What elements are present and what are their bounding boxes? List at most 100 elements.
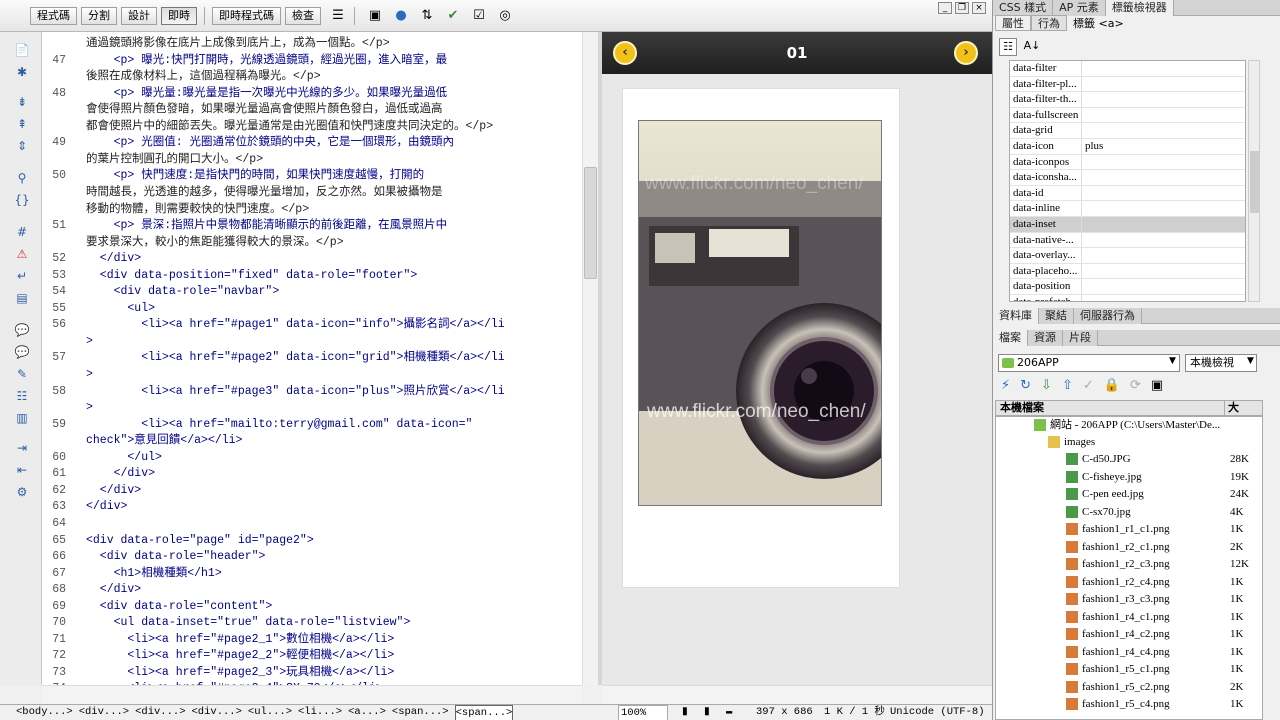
code-horizontal-scrollbar[interactable] xyxy=(42,685,582,704)
tag-selector-item[interactable]: <span...> xyxy=(454,705,514,720)
tab-snippets[interactable]: 片段 xyxy=(1063,330,1098,346)
code-line[interactable]: 47 <p> 曝光:快門打開時，光線透過鏡頭，經過光圈，進入暗室，最 xyxy=(42,53,582,69)
code-view-button[interactable]: 程式碼 xyxy=(30,6,77,25)
file-row[interactable]: fashion1_r2_c1.png 2K xyxy=(996,539,1262,556)
refresh-icon[interactable]: ↻ xyxy=(1020,378,1031,393)
live-horizontal-scrollbar[interactable] xyxy=(602,685,992,704)
code-line[interactable]: 移動的物體，則需要較快的快門速度。</p> xyxy=(42,202,582,218)
file-row[interactable]: fashion1_r5_c2.png 2K xyxy=(996,679,1262,696)
wrap-tag-icon[interactable]: ✎ xyxy=(14,366,30,382)
code-line[interactable]: 通過鏡頭將影像在底片上成像到底片上，成為一個點。</p> xyxy=(42,36,582,52)
attribute-row[interactable]: data-filter-pl... xyxy=(1010,76,1245,93)
code-scrollbar[interactable] xyxy=(582,32,598,685)
open-documents-icon[interactable]: 📄 xyxy=(14,42,30,58)
collapse-full-tag-icon[interactable]: ⇟ xyxy=(14,94,30,110)
tab-databases[interactable]: 資料庫 xyxy=(993,308,1039,324)
live-view-button[interactable]: 即時 xyxy=(161,6,197,25)
attribute-value[interactable] xyxy=(1082,155,1085,170)
code-line[interactable]: 53 <div data-position="fixed" data-role=… xyxy=(42,268,582,284)
tab-files[interactable]: 檔案 xyxy=(993,330,1028,346)
code-line[interactable]: 70 <ul data-inset="true" data-role="list… xyxy=(42,615,582,631)
attribute-row[interactable]: data-icon plus xyxy=(1010,138,1245,155)
hand-tool-icon[interactable]: ▮ xyxy=(704,705,710,720)
list-options-icon[interactable]: ☰ xyxy=(329,7,347,25)
tag-selector-item[interactable]: <body...> xyxy=(16,705,73,720)
line-numbers-icon[interactable]: # xyxy=(14,224,30,240)
recent-snippets-icon[interactable]: ☷ xyxy=(14,388,30,404)
code-line[interactable]: 會使得照片顏色發暗，如果曝光量過高會使照片顏色發白，過低或過高 xyxy=(42,102,582,118)
attribute-row[interactable]: data-iconpos xyxy=(1010,154,1245,171)
zoom-select[interactable]: 100% xyxy=(618,705,668,720)
code-line[interactable]: 54 <div data-role="navbar"> xyxy=(42,284,582,300)
inspect-button[interactable]: 檢查 xyxy=(285,6,321,25)
live-code-button[interactable]: 即時程式碼 xyxy=(212,6,281,25)
code-line[interactable]: 73 <li><a href="#page2_3">玩具相機</a></li> xyxy=(42,665,582,681)
close-icon[interactable]: × xyxy=(972,2,986,14)
restore-icon[interactable]: ❐ xyxy=(955,2,969,14)
chevron-down-icon[interactable]: ▼ xyxy=(1247,356,1254,366)
expand-panel-icon[interactable]: ▣ xyxy=(1151,378,1163,393)
file-row[interactable]: fashion1_r3_c3.png 1K xyxy=(996,591,1262,608)
tag-selector-item[interactable]: <ul...> xyxy=(248,705,292,720)
file-tree[interactable]: 網站 - 206APP (C:\Users\Master\De... images… xyxy=(995,416,1263,720)
attribute-row[interactable]: data-inline xyxy=(1010,201,1245,217)
attribute-value[interactable] xyxy=(1082,248,1085,263)
minimize-icon[interactable]: _ xyxy=(938,2,952,14)
code-scrollbar-thumb[interactable] xyxy=(584,167,597,279)
attribute-value[interactable] xyxy=(1082,295,1085,301)
attribute-value[interactable] xyxy=(1082,92,1085,107)
tag-selector-item[interactable]: <li...> xyxy=(298,705,342,720)
attribute-row[interactable]: data-position xyxy=(1010,279,1245,295)
attribute-row[interactable]: data-grid xyxy=(1010,123,1245,139)
attribute-row[interactable]: data-filter xyxy=(1010,61,1245,77)
tag-selector-item[interactable]: <a...> xyxy=(348,705,386,720)
move-css-icon[interactable]: ▥ xyxy=(14,410,30,426)
select-parent-tag-icon[interactable]: ⚲ xyxy=(14,170,30,186)
file-row[interactable]: fashion1_r5_c1.png 1K xyxy=(996,661,1262,678)
attribute-row[interactable]: data-fullscreen xyxy=(1010,107,1245,124)
tag-selector-item[interactable]: <span...> xyxy=(392,705,449,720)
attributes-scrollbar[interactable] xyxy=(1248,60,1260,302)
code-line[interactable]: 65 <div data-role="page" id="page2"> xyxy=(42,533,582,549)
code-line[interactable]: 57 <li><a href="#page2" data-icon="grid"… xyxy=(42,350,582,366)
local-files-header[interactable]: 本機檔案 xyxy=(1000,402,1044,414)
check-out-icon[interactable]: ✓ xyxy=(1083,378,1094,393)
tag-selector-item[interactable]: <div...> xyxy=(135,705,185,720)
code-line[interactable]: 61 </div> xyxy=(42,466,582,482)
code-line[interactable]: 71 <li><a href="#page2_1">數位相機</a></li> xyxy=(42,632,582,648)
attributes-scrollbar-thumb[interactable] xyxy=(1250,151,1259,213)
apply-comment-icon[interactable]: 💬 xyxy=(14,322,30,338)
code-line[interactable]: 66 <div data-role="header"> xyxy=(42,549,582,565)
expand-all-icon[interactable]: ⇕ xyxy=(14,138,30,154)
file-row[interactable]: fashion1_r4_c1.png 1K xyxy=(996,609,1262,626)
attribute-row[interactable]: data-placeho... xyxy=(1010,263,1245,280)
code-line[interactable]: 60 </ul> xyxy=(42,450,582,466)
file-row[interactable]: fashion1_r4_c4.png 1K xyxy=(996,644,1262,661)
file-row[interactable]: C-d50.JPG 28K xyxy=(996,451,1262,468)
site-select[interactable]: 206APP xyxy=(998,354,1180,372)
get-files-icon[interactable]: ⇩ xyxy=(1041,378,1052,393)
multiscreen-icon[interactable]: ▣ xyxy=(366,7,384,25)
attribute-value[interactable] xyxy=(1082,77,1085,92)
attribute-value[interactable] xyxy=(1082,61,1085,76)
code-line[interactable]: 後照在成像材料上，這個過程稱為曝光。</p> xyxy=(42,69,582,85)
prev-arrow-icon[interactable]: ‹ xyxy=(613,41,637,65)
code-line[interactable]: 的葉片控制圓孔的開口大小。</p> xyxy=(42,152,582,168)
folder-row[interactable]: images xyxy=(996,434,1262,451)
attribute-row[interactable]: data-filter-th... xyxy=(1010,92,1245,108)
remove-comment-icon[interactable]: 💬 xyxy=(14,344,30,360)
attribute-value[interactable] xyxy=(1082,186,1085,201)
select-tool-icon[interactable]: ▮ xyxy=(682,705,688,720)
code-line[interactable]: 67 <h1>相機種類</h1> xyxy=(42,566,582,582)
code-line[interactable]: 56 <li><a href="#page1" data-icon="info"… xyxy=(42,317,582,333)
attribute-row[interactable]: data-native-... xyxy=(1010,232,1245,249)
browser-preview-icon[interactable]: ● xyxy=(392,7,410,25)
format-source-icon[interactable]: ⚙ xyxy=(14,484,30,500)
attribute-value[interactable] xyxy=(1082,217,1085,232)
connect-icon[interactable]: ⚡ xyxy=(1001,378,1010,393)
file-management-icon[interactable]: ⇅ xyxy=(418,7,436,25)
code-line[interactable]: 72 <li><a href="#page2_2">輕便相機</a></li> xyxy=(42,648,582,664)
code-line[interactable]: 63 </div> xyxy=(42,499,582,515)
code-line[interactable]: 68 </div> xyxy=(42,582,582,598)
attribute-value[interactable]: plus xyxy=(1082,139,1103,154)
